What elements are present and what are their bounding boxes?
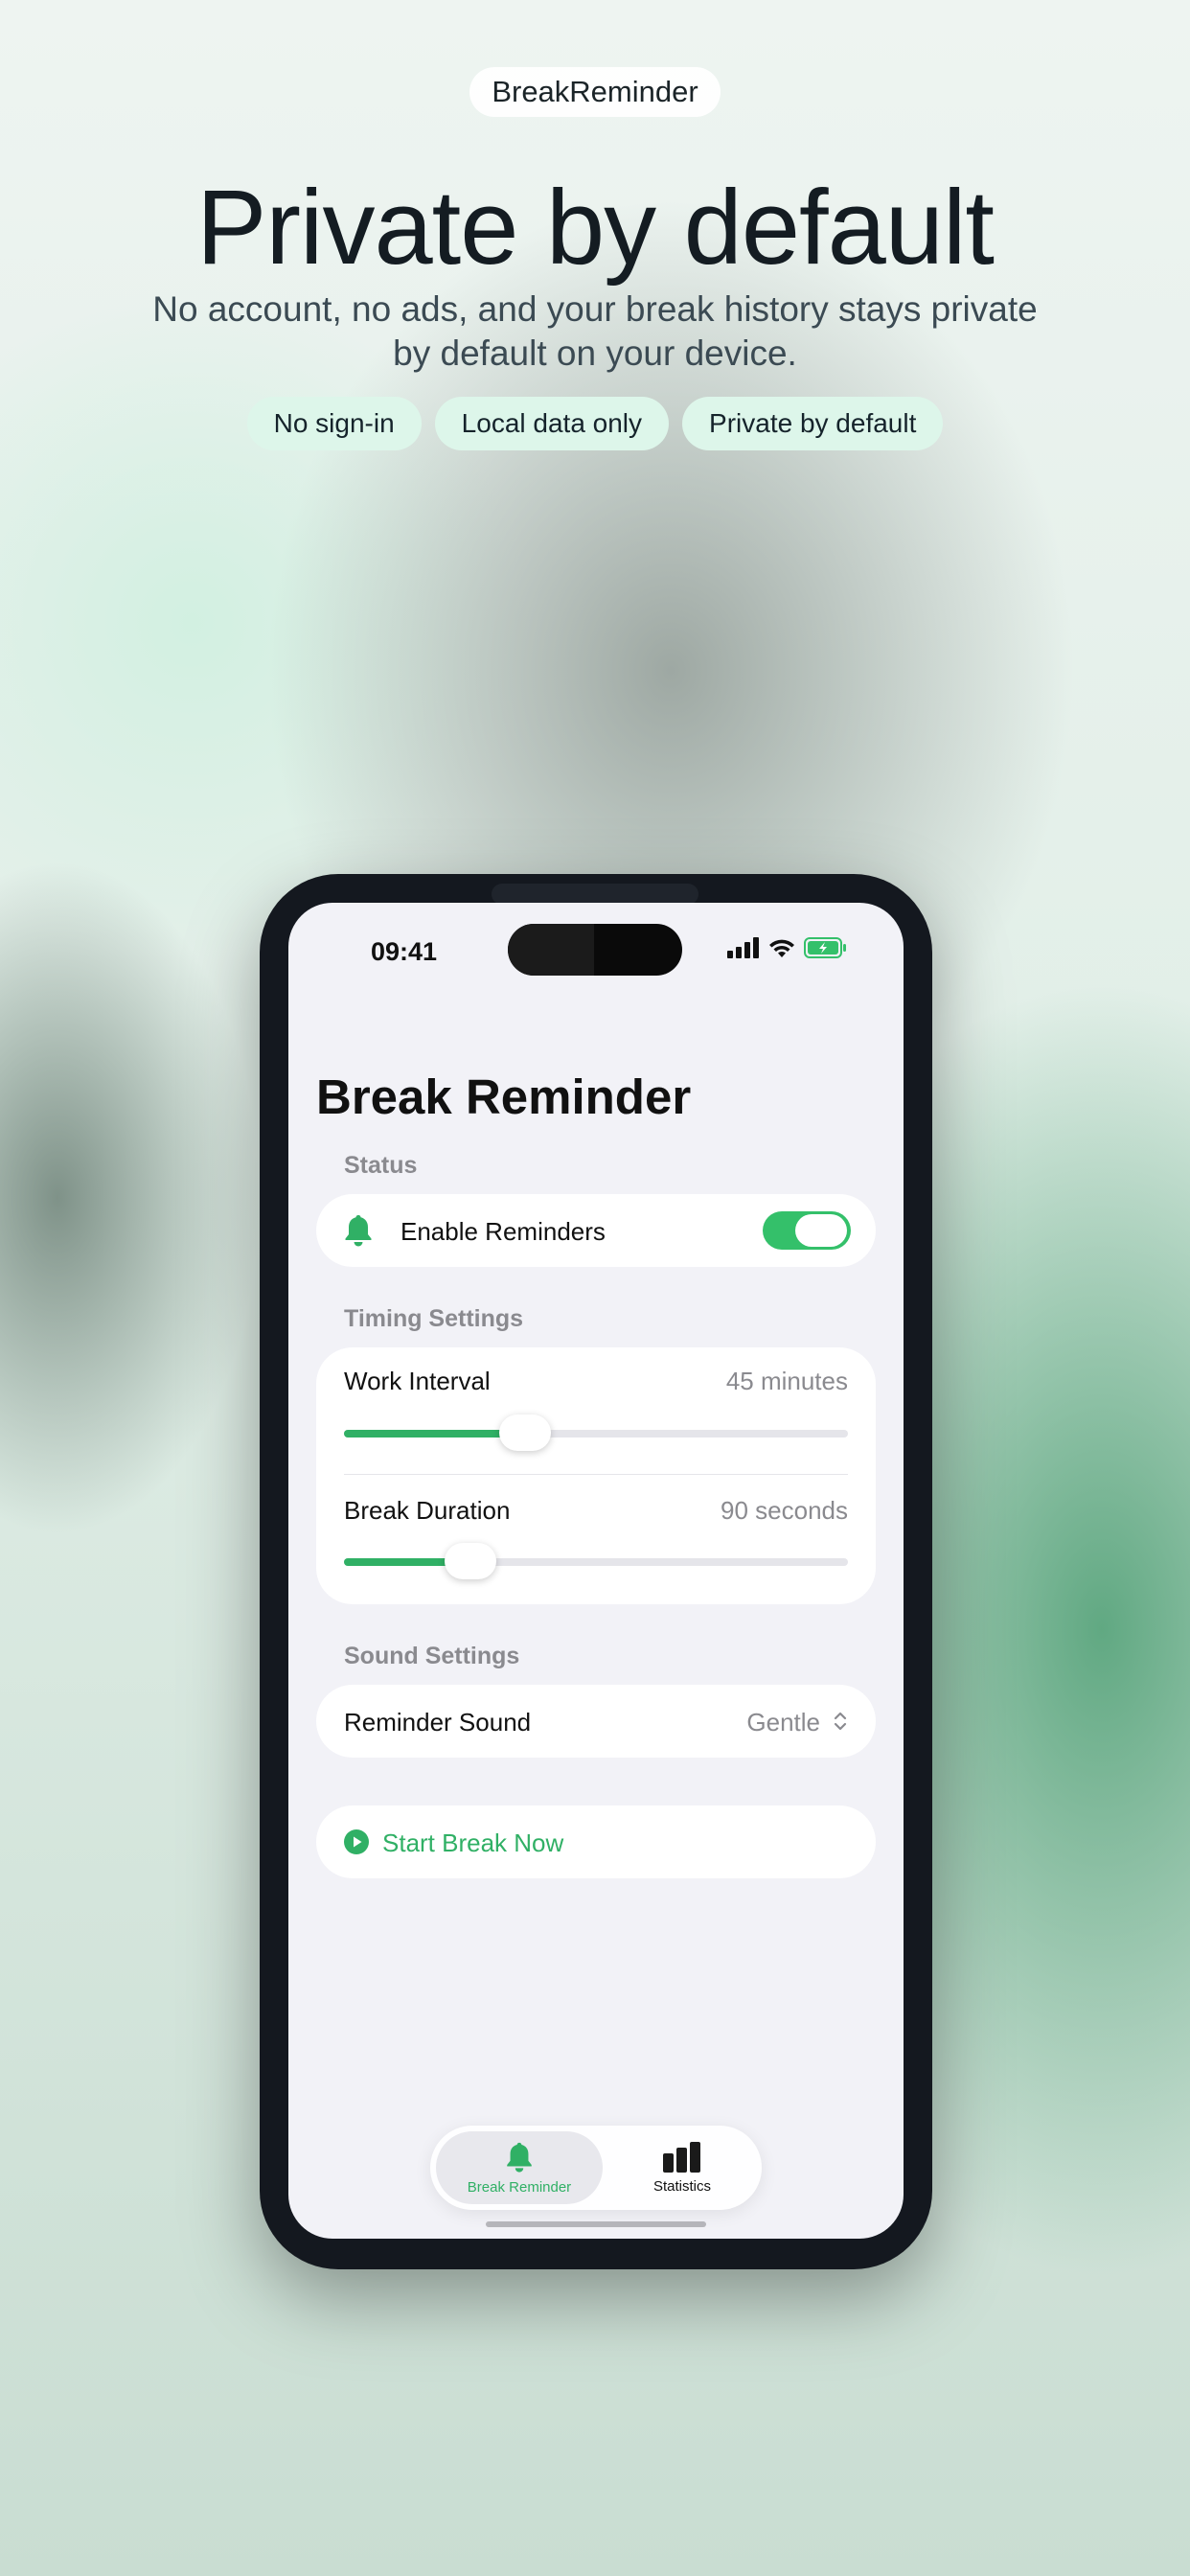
app-name-badge: BreakReminder	[469, 67, 721, 117]
chip-private: Private by default	[682, 397, 944, 450]
break-duration-slider-thumb[interactable]	[444, 1543, 496, 1579]
status-section-label: Status	[344, 1152, 418, 1179]
status-time: 09:41	[371, 937, 438, 966]
subheadline: No account, no ads, and your break histo…	[152, 289, 1038, 373]
start-break-button[interactable]: Start Break Now	[316, 1806, 876, 1878]
chevron-updown-icon	[834, 1712, 847, 1731]
feature-chips: No sign-in Local data only Private by de…	[0, 397, 1190, 450]
toggle-knob	[795, 1214, 847, 1247]
phone-speaker	[492, 884, 698, 905]
tab-statistics-label: Statistics	[652, 2177, 711, 2195]
wifi-icon	[769, 939, 794, 957]
signal-icon	[727, 937, 759, 958]
dynamic-island	[508, 924, 682, 976]
break-duration-slider[interactable]	[344, 1543, 848, 1579]
enable-reminders-label: Enable Reminders	[400, 1217, 606, 1246]
reminder-sound-label: Reminder Sound	[344, 1708, 532, 1736]
tab-statistics[interactable]: Statistics	[608, 2131, 756, 2204]
tab-break-reminder[interactable]: Break Reminder	[436, 2131, 603, 2204]
start-break-label: Start Break Now	[382, 1828, 564, 1857]
bell-icon	[507, 2142, 532, 2173]
tab-break-reminder-label: Break Reminder	[467, 2178, 572, 2196]
enable-reminders-row: Enable Reminders	[316, 1194, 876, 1267]
bar-chart-icon	[663, 2141, 700, 2173]
tab-bar: Break Reminder Statistics	[430, 2126, 762, 2210]
enable-reminders-toggle[interactable]	[763, 1211, 851, 1250]
reminder-sound-value[interactable]: Gentle	[746, 1708, 820, 1737]
app-name: BreakReminder	[492, 75, 698, 108]
break-duration-label: Break Duration	[344, 1496, 511, 1525]
chip-no-sign-in: No sign-in	[246, 397, 422, 450]
work-interval-value: 45 minutes	[725, 1367, 848, 1395]
timing-section-label: Timing Settings	[344, 1305, 524, 1332]
reminder-sound-row[interactable]: Reminder Sound Gentle	[316, 1685, 876, 1758]
headline: Private by default	[196, 169, 995, 287]
play-circle-icon	[344, 1829, 369, 1854]
battery-icon	[804, 937, 846, 958]
home-indicator[interactable]	[486, 2221, 706, 2227]
work-interval-slider-thumb[interactable]	[499, 1414, 552, 1451]
break-duration-value: 90 seconds	[721, 1496, 848, 1525]
work-interval-slider[interactable]	[344, 1414, 848, 1451]
work-interval-slider-fill	[344, 1430, 526, 1438]
phone-frame: 09:41 Break Reminder Status Enable Remin…	[260, 874, 932, 2269]
sound-section-label: Sound Settings	[344, 1643, 520, 1669]
work-interval-label: Work Interval	[344, 1367, 491, 1395]
bell-icon	[345, 1215, 372, 1247]
screen-title: Break Reminder	[316, 1070, 692, 1124]
timing-settings-card: Work Interval 45 minutes Break Duration …	[316, 1347, 876, 1604]
chip-local-data: Local data only	[434, 397, 670, 450]
status-icons	[727, 937, 848, 958]
phone-screen: 09:41 Break Reminder Status Enable Remin…	[288, 903, 904, 2239]
divider	[344, 1474, 848, 1475]
